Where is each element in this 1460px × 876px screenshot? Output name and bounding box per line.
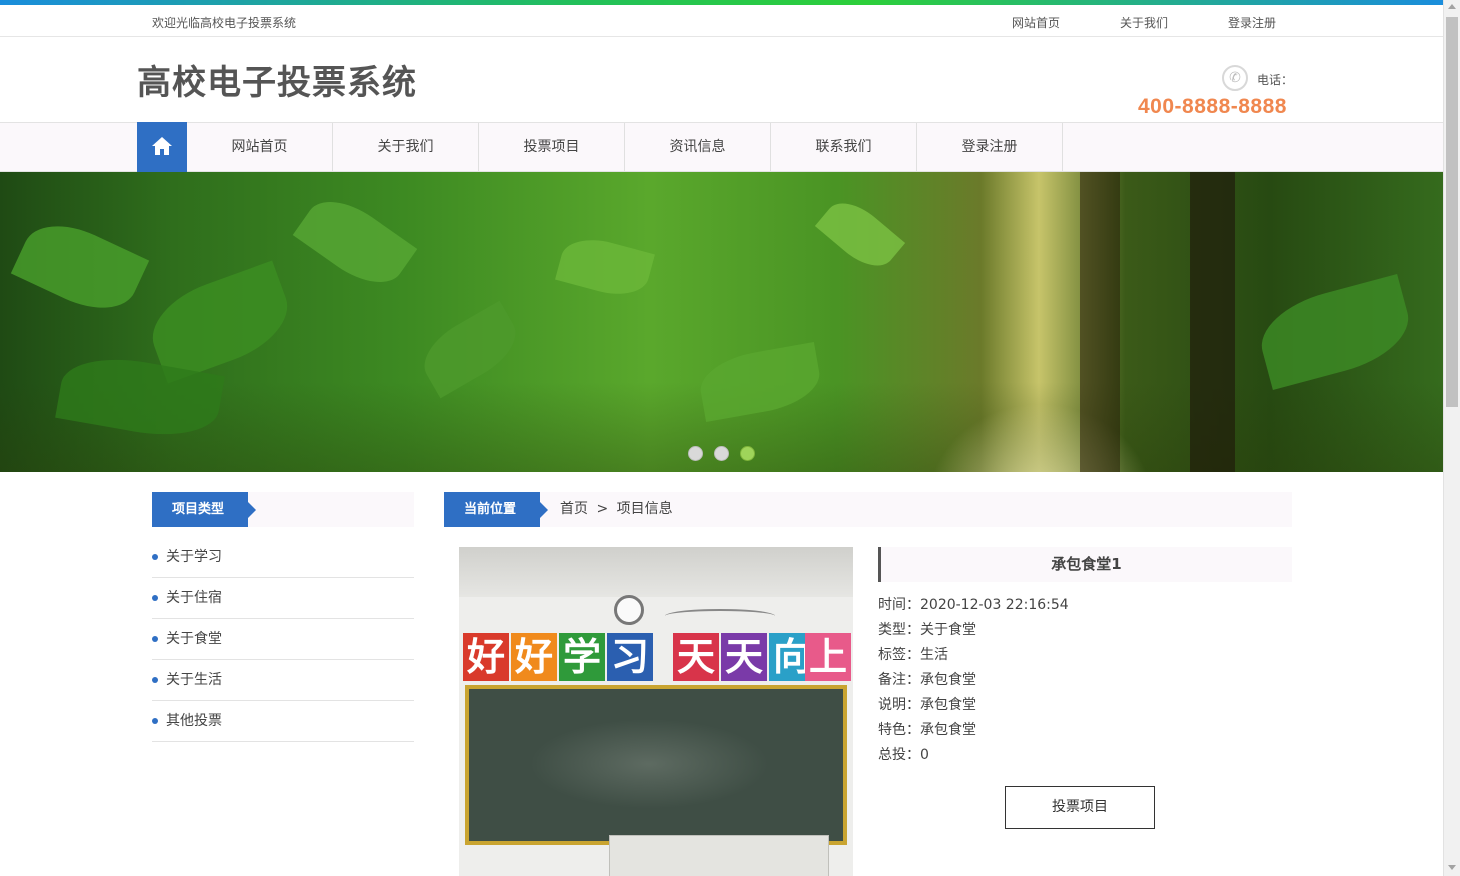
sidebar-item-study[interactable]: 关于学习: [152, 537, 414, 578]
banner-dot-3[interactable]: [740, 446, 755, 461]
main-nav: 网站首页 关于我们 投票项目 资讯信息 联系我们 登录注册: [0, 122, 1443, 172]
site-title[interactable]: 高校电子投票系统: [137, 55, 417, 104]
detail-type: 类型：关于食堂: [878, 622, 976, 638]
welcome-text: 欢迎光临高校电子投票系统: [152, 16, 297, 30]
nav-item-about[interactable]: 关于我们: [333, 123, 479, 171]
vote-button[interactable]: 投票项目: [1005, 786, 1155, 829]
sidebar-heading: 项目类型: [152, 492, 256, 527]
breadcrumb-path: 首页 > 项目信息: [560, 492, 677, 527]
scroll-up-icon[interactable]: [1448, 4, 1456, 9]
image-char-1: 好: [463, 633, 509, 681]
detail-remark: 备注：承包食堂: [878, 672, 976, 688]
project-details: 时间：2020-12-03 22:16:54 类型：关于食堂 标签：生活 备注：…: [878, 593, 1069, 768]
detail-feature: 特色：承包食堂: [878, 722, 976, 738]
detail-header: 承包食堂1: [878, 547, 1292, 582]
banner-pagination: [688, 446, 758, 462]
breadcrumb-separator: >: [596, 501, 609, 517]
nav-item-login[interactable]: 登录注册: [917, 123, 1063, 171]
banner-dot-2[interactable]: [714, 446, 729, 461]
hero-banner: [0, 172, 1443, 472]
top-link-login[interactable]: 登录注册: [1228, 14, 1276, 31]
clock-image-detail: [614, 595, 644, 625]
image-char-5: 天: [673, 633, 719, 681]
sidebar-item-other[interactable]: 其他投票: [152, 701, 414, 742]
image-char-3: 学: [559, 633, 605, 681]
image-blackboard: [465, 685, 847, 845]
page-scrollbar[interactable]: [1443, 0, 1460, 876]
breadcrumb-current: 项目信息: [616, 501, 673, 517]
image-char-6: 天: [721, 633, 767, 681]
scrollbar-thumb[interactable]: [1446, 17, 1458, 407]
nav-item-vote-projects[interactable]: 投票项目: [479, 123, 625, 171]
breadcrumb-home-link[interactable]: 首页: [560, 501, 588, 517]
image-desk: [609, 835, 829, 876]
header: 高校电子投票系统 ✆ 电话： 400-8888-8888: [0, 37, 1443, 122]
breadcrumb: 当前位置 首页 > 项目信息: [444, 492, 1292, 527]
image-char-4: 习: [607, 633, 653, 681]
image-char-2: 好: [511, 633, 557, 681]
project-title: 承包食堂1: [1051, 555, 1122, 573]
sidebar-list: 关于学习 关于住宿 关于食堂 关于生活 其他投票: [152, 537, 414, 742]
breadcrumb-label: 当前位置: [444, 492, 548, 527]
nav-item-contact[interactable]: 联系我们: [771, 123, 917, 171]
sidebar-item-life[interactable]: 关于生活: [152, 660, 414, 701]
scroll-down-icon[interactable]: [1448, 865, 1456, 870]
detail-description: 说明：承包食堂: [878, 697, 976, 713]
phone-number: 400-8888-8888: [1138, 95, 1287, 118]
sidebar-item-housing[interactable]: 关于住宿: [152, 578, 414, 619]
phone-icon: ✆: [1222, 65, 1248, 91]
detail-time: 时间：2020-12-03 22:16:54: [878, 597, 1069, 613]
project-image: 好 好 学 习 天 天 向 上: [459, 547, 853, 876]
sidebar-header: 项目类型: [152, 492, 414, 527]
nav-item-home[interactable]: 网站首页: [187, 123, 333, 171]
top-link-about[interactable]: 关于我们: [1120, 14, 1168, 31]
nav-home-button[interactable]: [137, 122, 187, 172]
detail-total-votes: 总投：0: [878, 747, 929, 763]
home-icon: [152, 137, 172, 155]
detail-tag: 标签：生活: [878, 647, 948, 663]
top-link-home[interactable]: 网站首页: [1012, 14, 1060, 31]
nav-item-news[interactable]: 资讯信息: [625, 123, 771, 171]
image-char-8: 上: [805, 633, 851, 681]
phone-label: 电话：: [1257, 73, 1294, 87]
sidebar-item-canteen[interactable]: 关于食堂: [152, 619, 414, 660]
top-bar: 欢迎光临高校电子投票系统 网站首页 关于我们 登录注册: [0, 5, 1443, 37]
banner-dot-1[interactable]: [688, 446, 703, 461]
